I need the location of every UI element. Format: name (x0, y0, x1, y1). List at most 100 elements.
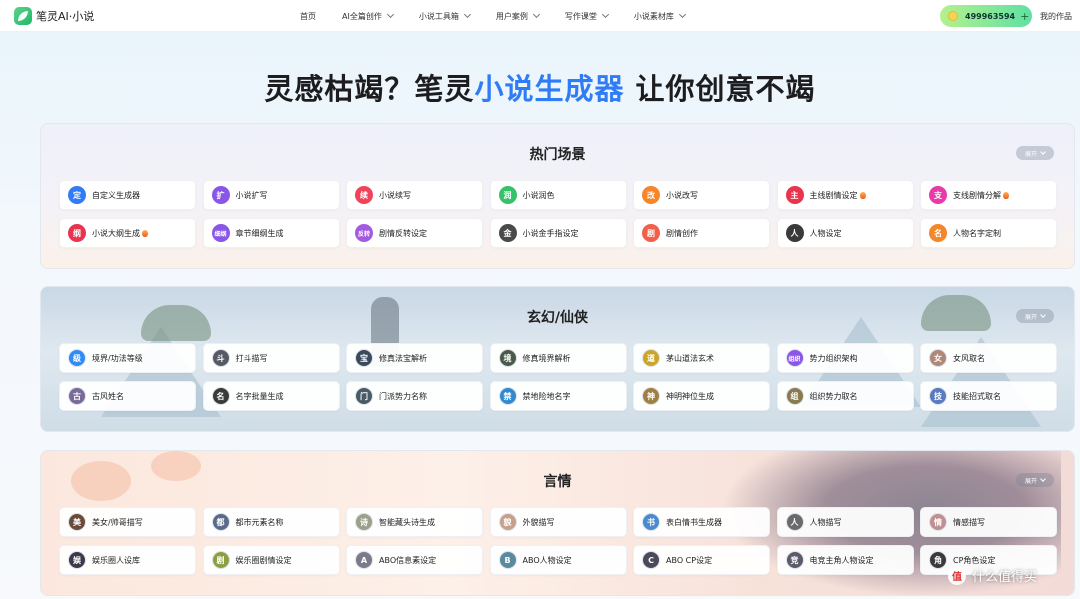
tool-icon: 娱 (68, 551, 86, 569)
tool-icon: 宝 (355, 349, 373, 367)
nav-item[interactable]: 小说素材库 (634, 10, 686, 22)
tool-icon: 诗 (355, 513, 373, 531)
tool-label: 娱乐圈人设库 (92, 555, 140, 565)
tool-card[interactable]: 剧剧情创作 (633, 218, 770, 248)
tool-card[interactable]: 美美女/帅哥描写 (59, 507, 196, 537)
tool-card[interactable]: 女女风取名 (920, 343, 1057, 373)
tool-label: 情感描写 (953, 517, 985, 527)
tool-card[interactable]: 改小说改写 (633, 180, 770, 210)
tool-label: 自定义生成器 (92, 190, 140, 200)
top-nav: 笔灵AI·小说 首页 AI全篇创作 小说工具箱 用户案例 写作课堂 小说素材库 49996… (0, 0, 1080, 32)
tool-card[interactable]: 境修真境界解析 (489, 343, 627, 373)
tool-card[interactable]: 名名字批量生成 (202, 381, 340, 411)
section-title: 言情 (543, 474, 572, 490)
tool-card[interactable]: 人人物描写 (776, 507, 914, 537)
tool-icon: 门 (355, 387, 373, 405)
tool-card[interactable]: 级境界/功法等级 (59, 343, 196, 373)
expand-button[interactable]: 展开 (1016, 473, 1054, 487)
tool-label: 小说润色 (522, 190, 555, 200)
add-credits-icon[interactable]: + (1020, 11, 1029, 22)
expand-label: 展开 (1024, 313, 1037, 321)
tool-card[interactable]: 纲小说大纲生成 (59, 218, 196, 248)
tool-card[interactable]: 都都市元素名称 (202, 507, 340, 537)
section-title: 玄幻/仙侠 (526, 310, 589, 326)
tool-icon: 细纲 (211, 224, 230, 242)
expand-button[interactable]: 展开 (1016, 146, 1054, 160)
tool-card[interactable]: 人人物设定 (776, 218, 914, 248)
tool-card[interactable]: 反转 剧情反转设定 (346, 218, 483, 248)
nav-item-label: 小说工具箱 (418, 11, 459, 21)
tool-card[interactable]: 斗打斗描写 (202, 343, 340, 373)
tool-card[interactable]: 宝修真法宝解析 (346, 343, 483, 373)
fire-icon (859, 191, 866, 199)
tool-icon: 级 (68, 349, 86, 367)
tool-label: 小说大纲生成 (92, 228, 140, 238)
tool-icon: 斗 (211, 349, 230, 367)
tool-card[interactable]: 名人物名字定制 (920, 218, 1057, 248)
tool-card[interactable]: 门门派势力名称 (346, 381, 483, 411)
tool-icon: 神 (642, 387, 660, 405)
tool-card[interactable]: 貌外貌描写 (489, 507, 627, 537)
tool-label: 打斗描写 (235, 353, 268, 363)
brand-name: 笔灵AI·小说 (36, 10, 95, 23)
tool-label: 修真法宝解析 (379, 353, 427, 363)
tool-label: 组织势力取名 (809, 391, 858, 401)
tool-icon: 金 (498, 224, 517, 242)
tool-icon: 续 (355, 186, 373, 204)
nav-item-label: 首页 (300, 11, 316, 21)
tool-card[interactable]: A ABO信息素设定 (346, 545, 483, 575)
tool-card[interactable]: 情情感描写 (920, 507, 1057, 537)
tool-card[interactable]: 润小说润色 (489, 180, 627, 210)
tool-card[interactable]: 扩小说扩写 (202, 180, 340, 210)
tool-icon: B (498, 551, 517, 569)
tool-card[interactable]: 古古风姓名 (59, 381, 196, 411)
expand-button[interactable]: 展开 (1016, 309, 1054, 323)
nav-item[interactable]: 写作课堂 (565, 10, 609, 22)
tool-label: ABO CP设定 (666, 555, 713, 565)
chevron-down-icon (1040, 148, 1046, 155)
tool-card[interactable]: 竞电竞主角人物设定 (776, 545, 914, 575)
my-works-link[interactable]: 我的作品 (1040, 11, 1072, 22)
tool-card[interactable]: 娱娱乐圈人设库 (59, 545, 196, 575)
nav-item[interactable]: 用户案例 (496, 10, 540, 22)
tool-label: 智能藏头诗生成 (379, 517, 435, 527)
credits-count: 499963594 (965, 11, 1016, 21)
tool-label: 名字批量生成 (235, 391, 284, 401)
tool-card[interactable]: 续小说续写 (346, 180, 483, 210)
tool-card[interactable]: 金小说金手指设定 (489, 218, 627, 248)
tool-label: 女风取名 (953, 353, 985, 363)
tool-card[interactable]: 主主线剧情设定 (776, 180, 914, 210)
tool-label: 境界/功法等级 (92, 353, 143, 363)
nav-item[interactable]: 首页 (300, 11, 316, 22)
tool-label: CP角色设定 (953, 555, 996, 565)
credits-pill[interactable]: 499963594 + (940, 5, 1032, 27)
tool-card[interactable]: 组组织势力取名 (776, 381, 914, 411)
tool-label: 美女/帅哥描写 (92, 517, 143, 527)
tool-card[interactable]: 技技能招式取名 (920, 381, 1057, 411)
tool-card[interactable]: 书表白情书生成器 (633, 507, 770, 537)
tool-card[interactable]: 定自定义生成器 (59, 180, 196, 210)
nav-item[interactable]: AI全篇创作 (342, 10, 394, 22)
tool-icon: 组织 (785, 349, 804, 367)
watermark-badge-icon: 值 (948, 566, 966, 585)
tool-card[interactable]: 组织 势力组织架构 (776, 343, 914, 373)
tool-icon: 人 (785, 513, 804, 531)
nav-item-label: AI全篇创作 (342, 11, 382, 21)
tool-icon: 润 (498, 186, 517, 204)
tool-card[interactable]: 诗智能藏头诗生成 (346, 507, 483, 537)
tool-card[interactable]: 支支线剧情分解 (920, 180, 1057, 210)
tool-icon: 情 (929, 513, 947, 531)
tool-card[interactable]: C ABO CP设定 (633, 545, 770, 575)
tool-card[interactable]: 禁禁地险地名字 (489, 381, 627, 411)
tool-card[interactable]: B ABO人物设定 (489, 545, 627, 575)
tool-label: 神明神位生成 (666, 391, 714, 401)
nav-item[interactable]: 小说工具箱 (418, 10, 471, 22)
tool-icon: 名 (211, 387, 230, 405)
tool-card[interactable]: 神神明神位生成 (633, 381, 770, 411)
chevron-down-icon (532, 10, 540, 19)
brand[interactable]: 笔灵AI·小说 (14, 6, 94, 26)
tool-card[interactable]: 细纲 章节细纲生成 (202, 218, 340, 248)
tool-icon: C (642, 551, 660, 569)
tool-card[interactable]: 剧娱乐圈剧情设定 (202, 545, 340, 575)
tool-card[interactable]: 道茅山道法玄术 (633, 343, 770, 373)
